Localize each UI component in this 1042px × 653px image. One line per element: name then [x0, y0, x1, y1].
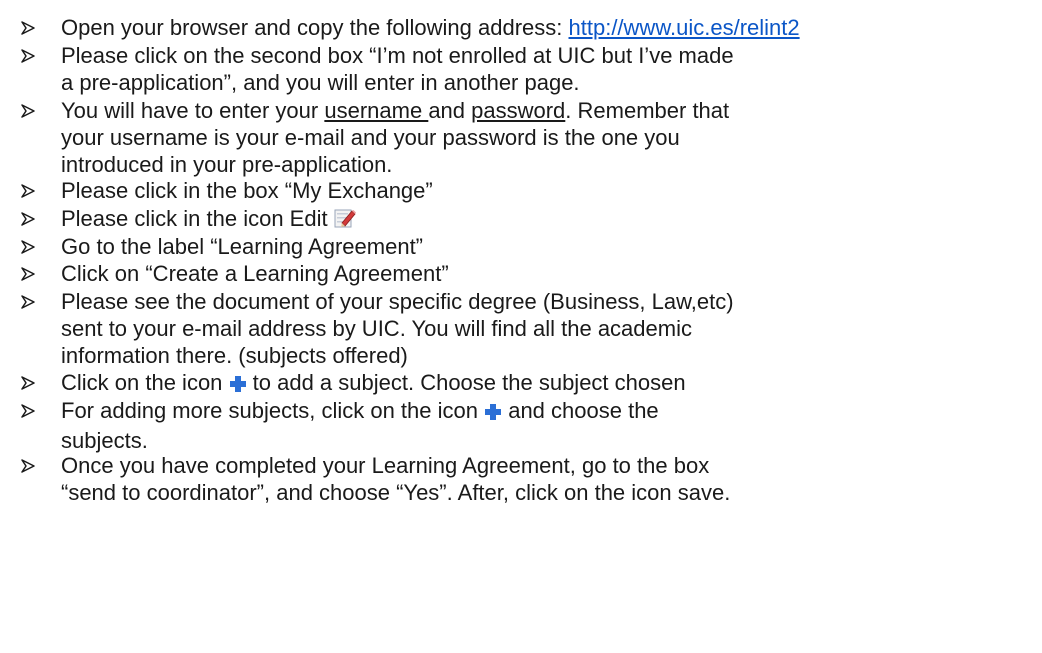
instruction-text: Please see the document of your specific…: [61, 289, 734, 314]
arrow-bullet-icon: [20, 42, 40, 69]
add-plus-icon: [484, 400, 502, 427]
arrow-bullet-icon: [20, 177, 40, 204]
instruction-text: sent to your e-mail address by UIC. You …: [61, 316, 692, 341]
instruction-text: Please click on the second box “I’m not …: [61, 43, 734, 68]
instruction-text: Please click in the icon Edit: [61, 206, 328, 231]
instruction-text: and: [428, 98, 472, 123]
instruction-text: your username is your e-mail and your pa…: [61, 125, 680, 150]
add-plus-icon: [229, 372, 247, 399]
instruction-text: You will have to enter your: [61, 98, 325, 123]
relint-link[interactable]: http://www.uic.es/relint2: [569, 15, 800, 40]
arrow-bullet-icon: [20, 233, 40, 260]
arrow-bullet-icon: [20, 288, 40, 315]
instruction-text: information there. (subjects offered): [61, 343, 408, 368]
instruction-text: Once you have completed your Learning Ag…: [61, 453, 710, 478]
instruction-text: Click on the icon: [61, 370, 229, 395]
instruction-text: subjects.: [61, 428, 148, 453]
instruction-text: a pre-application”, and you will enter i…: [61, 70, 580, 95]
username-term: username: [324, 98, 429, 123]
password-term: password: [471, 98, 566, 123]
instruction-text: “send to coordinator”, and choose “Yes”.…: [61, 480, 731, 505]
instruction-text: Click on “Create a Learning Agreement”: [61, 261, 449, 286]
arrow-bullet-icon: [20, 397, 40, 424]
instruction-text: Please click in the box “My Exchange”: [61, 178, 433, 203]
arrow-bullet-icon: [20, 452, 40, 479]
instructions-document: Open your browser and copy the following…: [0, 0, 1042, 653]
instruction-text: to add a subject. Choose the subject cho…: [246, 370, 686, 395]
arrow-bullet-icon: [20, 14, 40, 41]
edit-icon: [334, 207, 356, 235]
arrow-bullet-icon: [20, 369, 40, 396]
instruction-text: introduced in your pre-application.: [61, 152, 393, 177]
instruction-text: Open your browser and copy the following…: [61, 15, 569, 40]
instruction-text: Go to the label “Learning Agreement”: [61, 234, 424, 259]
instruction-text: and choose the: [502, 398, 659, 423]
instruction-text: For adding more subjects, click on the i…: [61, 398, 485, 423]
arrow-bullet-icon: [20, 97, 40, 124]
arrow-bullet-icon: [20, 205, 40, 232]
instruction-text: . Remember that: [565, 98, 730, 123]
arrow-bullet-icon: [20, 260, 40, 287]
